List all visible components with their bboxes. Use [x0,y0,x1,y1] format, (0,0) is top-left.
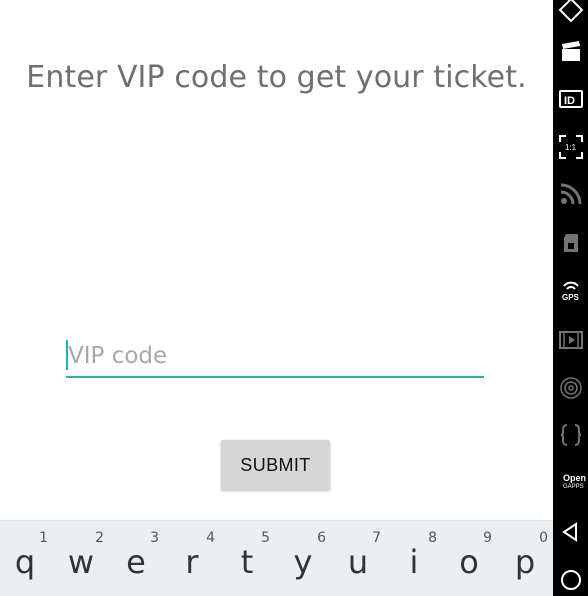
opengapps-sub: GAPPS [563,484,584,490]
vip-code-input[interactable] [66,336,484,378]
key-letter: r [185,543,199,581]
home-icon[interactable] [553,562,588,596]
id-card-icon[interactable]: ID [553,81,588,117]
key-u[interactable]: 7 u [333,521,389,596]
soft-keyboard: 1 q 2 w 3 e 4 r 5 t 6 y 7 u 8 i 9 o 0 p [0,520,553,596]
key-i[interactable]: 8 i [389,521,445,596]
key-y[interactable]: 6 y [278,521,334,596]
opengapps-icon[interactable]: Open GAPPS [553,465,588,501]
submit-button[interactable]: SUBMIT [221,440,330,490]
fingerprint-icon[interactable] [553,370,588,406]
ratio-label: 1:1 [565,143,577,152]
id-label: ID [564,95,575,107]
key-letter: y [293,543,313,581]
rss-feed-icon[interactable] [553,176,588,212]
aspect-ratio-icon[interactable]: 1:1 [553,129,588,165]
tag-icon[interactable] [553,0,588,28]
vip-code-field[interactable] [66,336,484,380]
key-w[interactable]: 2 w [56,521,112,596]
back-icon[interactable] [553,514,588,550]
code-braces-icon[interactable] [553,417,588,453]
page-title: Enter VIP code to get your ticket. [26,60,527,95]
video-frames-icon[interactable] [553,322,588,358]
key-letter: p [514,543,536,581]
side-toolbar: ID 1:1 GPS Open GAPPS [553,0,588,596]
app-screen: Enter VIP code to get your ticket. SUBMI… [0,0,553,520]
opengapps-label: Open [563,473,587,483]
key-letter: t [240,543,254,581]
gps-icon[interactable]: GPS [553,272,588,308]
key-letter: i [409,543,419,581]
key-letter: q [14,543,36,581]
key-letter: u [347,543,369,581]
clapperboard-icon[interactable] [553,34,588,70]
key-letter: e [126,543,146,581]
key-e[interactable]: 3 e [111,521,167,596]
key-p[interactable]: 0 p [500,521,556,596]
key-letter: o [459,543,479,581]
key-letter: w [67,543,95,581]
text-cursor [66,340,68,370]
key-q[interactable]: 1 q [0,521,56,596]
sim-card-icon[interactable] [553,225,588,261]
key-t[interactable]: 5 t [222,521,278,596]
key-r[interactable]: 4 r [167,521,223,596]
key-o[interactable]: 9 o [444,521,500,596]
gps-label: GPS [562,293,580,302]
